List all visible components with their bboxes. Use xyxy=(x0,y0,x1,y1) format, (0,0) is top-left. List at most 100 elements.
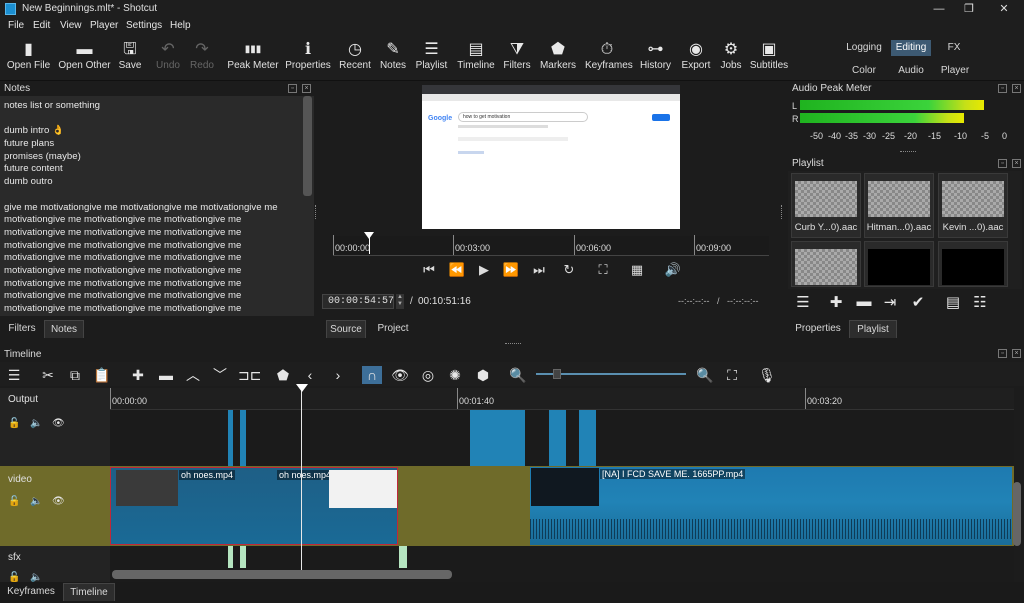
timeline-playhead-marker[interactable] xyxy=(296,384,308,392)
overwrite-icon[interactable]: ﹀ xyxy=(210,366,230,384)
track-header-output[interactable]: Output 🔓 🔈 👁 xyxy=(0,388,110,466)
current-time-field[interactable]: 00:00:54:57 xyxy=(322,294,394,309)
properties-button[interactable]: ℹ Properties xyxy=(285,40,331,80)
details-view-icon[interactable]: ▤ xyxy=(943,293,963,311)
close-panel-icon[interactable]: × xyxy=(1012,84,1021,93)
tab-playlist[interactable]: Playlist xyxy=(849,320,897,338)
video-preview-frame[interactable]: Google how to get motivation xyxy=(422,85,680,229)
notes-scrollbar[interactable] xyxy=(303,96,312,196)
ripple-all-icon[interactable]: ✺ xyxy=(445,366,465,384)
split-icon[interactable]: ⊐⊏ xyxy=(238,366,261,384)
list-view-icon[interactable]: ☷ xyxy=(970,293,990,311)
marker-icon[interactable]: ⬟ xyxy=(273,366,293,384)
video-clip[interactable]: oh noes.mp4 oh noes.mp4 xyxy=(110,467,398,545)
save-button[interactable]: 🖫 Save xyxy=(116,40,144,80)
tab-filters[interactable]: Filters xyxy=(2,320,42,338)
menu-player[interactable]: Player xyxy=(90,20,118,31)
output-track[interactable] xyxy=(110,410,1014,466)
timeline-menu-icon[interactable]: ☰ xyxy=(4,366,24,384)
close-panel-icon[interactable]: × xyxy=(1012,159,1021,168)
peak-meter-button[interactable]: ▮▮▮ Peak Meter xyxy=(227,40,279,80)
timeline-horizontal-scrollbar[interactable] xyxy=(112,570,452,579)
float-panel-icon[interactable]: ▫ xyxy=(998,349,1007,358)
output-segment[interactable] xyxy=(240,410,246,466)
previous-marker-icon[interactable]: ‹ xyxy=(300,366,320,384)
close-panel-icon[interactable]: × xyxy=(302,84,311,93)
next-marker-icon[interactable]: › xyxy=(328,366,348,384)
playlist-item[interactable]: Kevin ...0).aac xyxy=(938,173,1008,238)
close-panel-icon[interactable]: × xyxy=(1012,349,1021,358)
markers-button[interactable]: ⬟ Markers xyxy=(539,40,577,80)
zoom-fit-icon[interactable]: ⛶ xyxy=(594,262,612,278)
menu-settings[interactable]: Settings xyxy=(126,20,162,31)
redo-button[interactable]: ↷ Redo xyxy=(188,40,216,80)
playlist-item[interactable] xyxy=(938,241,1008,287)
workspace-logging[interactable]: Logging xyxy=(843,40,885,56)
lock-icon[interactable]: 🔓 xyxy=(8,418,20,429)
history-button[interactable]: ⊶ History xyxy=(638,40,673,80)
filters-button[interactable]: ⧩ Filters xyxy=(503,40,531,80)
time-spinner[interactable]: ▲ ▼ xyxy=(396,294,404,309)
timeline-button[interactable]: ▤ Timeline xyxy=(457,40,495,80)
close-button[interactable]: ✕ xyxy=(990,1,1018,17)
open-file-button[interactable]: ▮ Open File xyxy=(6,40,51,80)
skip-previous-icon[interactable]: ⏮ xyxy=(420,262,438,278)
remove-icon[interactable]: ▬ xyxy=(854,293,874,310)
paste-icon[interactable]: 📋 xyxy=(92,366,112,384)
playlist-item[interactable]: Hitman...0).aac xyxy=(864,173,934,238)
sfx-clip[interactable] xyxy=(228,546,233,568)
notes-text-area[interactable]: notes list or something dumb intro 👌 fut… xyxy=(0,96,314,316)
cut-icon[interactable]: ✂ xyxy=(38,366,58,384)
workspace-audio[interactable]: Audio xyxy=(895,63,927,79)
subtitles-button[interactable]: ▣ Subtitles xyxy=(749,40,789,80)
splitter-handle[interactable] xyxy=(900,151,916,153)
zoom-in-icon[interactable]: 🔍 xyxy=(695,366,715,384)
playlist-item[interactable] xyxy=(791,241,861,287)
timeline-ruler[interactable]: 00:00:00 00:01:40 00:03:20 xyxy=(110,388,1014,410)
video-clip[interactable]: [NA] I FCD SAVE ME. 1665PP.mp4 xyxy=(530,467,1012,545)
snap-icon[interactable]: ∩ xyxy=(362,366,382,384)
check-icon[interactable]: ✔ xyxy=(908,293,928,311)
keyframes-button[interactable]: ⏱ Keyframes xyxy=(585,40,633,80)
mute-icon[interactable]: 🔈 xyxy=(30,496,42,507)
menu-file[interactable]: File xyxy=(8,20,24,31)
mute-icon[interactable]: 🔈 xyxy=(30,418,42,429)
track-header-sfx[interactable]: sfx 🔓 🔈 xyxy=(0,546,110,583)
playlist-item[interactable]: Curb Y...0).aac xyxy=(791,173,861,238)
player-ruler[interactable]: 00:00:00 00:03:00 00:06:00 00:09:00 xyxy=(333,235,769,256)
menu-view[interactable]: View xyxy=(60,20,82,31)
menu-help[interactable]: Help xyxy=(170,20,191,31)
minimize-button[interactable]: — xyxy=(925,1,953,17)
sfx-clip[interactable] xyxy=(240,546,246,568)
record-audio-icon[interactable]: 🎙 xyxy=(757,366,777,384)
add-icon[interactable]: ✚ xyxy=(826,293,846,311)
skip-next-icon[interactable]: ⏭ xyxy=(530,262,548,278)
float-panel-icon[interactable]: ▫ xyxy=(288,84,297,93)
menu-edit[interactable]: Edit xyxy=(33,20,50,31)
play-icon[interactable]: ▶ xyxy=(475,262,493,278)
copy-icon[interactable]: ⧉ xyxy=(65,366,85,384)
zoom-slider-handle[interactable] xyxy=(553,369,561,379)
video-track[interactable]: oh noes.mp4 oh noes.mp4 [NA] I FCD SAVE … xyxy=(110,466,1014,546)
splitter-handle[interactable] xyxy=(315,205,319,219)
timeline-playhead[interactable] xyxy=(301,388,302,570)
recent-button[interactable]: ◷ Recent xyxy=(339,40,371,80)
tab-keyframes[interactable]: Keyframes xyxy=(2,583,60,601)
output-segment[interactable] xyxy=(579,410,596,466)
open-other-button[interactable]: ▬ Open Other xyxy=(57,40,112,80)
export-button[interactable]: ◉ Export xyxy=(680,40,712,80)
maximize-button[interactable]: ❐ xyxy=(955,1,983,17)
fast-forward-icon[interactable]: ⏩ xyxy=(502,262,520,278)
workspace-color[interactable]: Color xyxy=(848,63,880,79)
timeline-vertical-scrollbar[interactable] xyxy=(1013,482,1021,546)
tab-project[interactable]: Project xyxy=(370,320,416,338)
lock-icon[interactable]: 🔓 xyxy=(8,496,20,507)
lift-icon[interactable]: ︿ xyxy=(183,366,203,384)
tab-timeline[interactable]: Timeline xyxy=(63,583,115,601)
playlist-menu-icon[interactable]: ☰ xyxy=(793,293,813,311)
volume-icon[interactable]: 🔊 xyxy=(664,262,682,278)
ripple-icon[interactable]: ◎ xyxy=(418,366,438,384)
splitter-handle[interactable] xyxy=(781,205,785,219)
loop-icon[interactable]: ↻ xyxy=(560,262,578,278)
update-icon[interactable]: ⇥ xyxy=(880,293,900,311)
